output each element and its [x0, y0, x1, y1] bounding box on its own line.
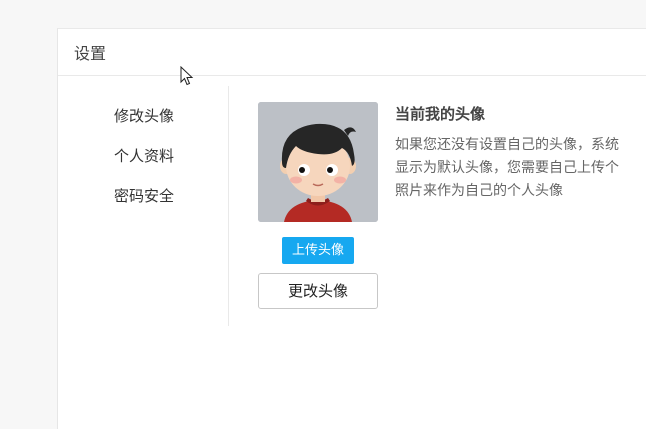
cartoon-boy-avatar-icon — [258, 102, 378, 222]
sidebar-item-password-security[interactable]: 密码安全 — [114, 186, 174, 206]
change-avatar-button[interactable]: 更改头像 — [258, 273, 378, 309]
upload-avatar-button[interactable]: 上传头像 — [282, 237, 354, 264]
sidebar-item-change-avatar[interactable]: 修改头像 — [114, 106, 174, 126]
sidebar-item-profile[interactable]: 个人资料 — [114, 146, 174, 166]
avatar-description: 如果您还没有设置自己的头像，系统 显示为默认头像，您需要自己上传个 照片来作为自… — [395, 134, 646, 203]
description-line: 如果您还没有设置自己的头像，系统 — [395, 137, 619, 153]
settings-sidebar: 修改头像 个人资料 密码安全 — [58, 86, 229, 326]
mouse-pointer-icon — [180, 66, 194, 86]
current-avatar-title: 当前我的头像 — [395, 105, 486, 123]
settings-panel: 设置 修改头像 个人资料 密码安全 上传头像 更改头像 当前我的头像 如果您还没… — [57, 28, 646, 429]
description-line: 显示为默认头像，您需要自己上传个 — [395, 160, 619, 176]
panel-header: 设置 — [58, 29, 646, 76]
description-line: 照片来作为自己的个人头像 — [395, 183, 563, 199]
avatar — [258, 102, 378, 222]
page-title: 设置 — [74, 44, 107, 63]
